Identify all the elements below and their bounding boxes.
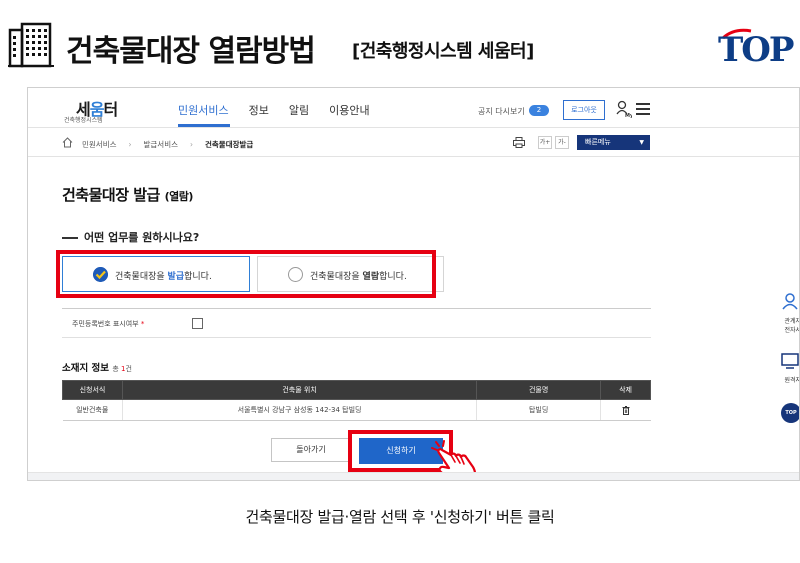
notice-replay-link[interactable]: 공지 다시보기: [478, 106, 525, 117]
table-header-row: 신청서식 건축물 위치 건물명 삭제: [62, 380, 651, 400]
menu-item-notice[interactable]: 알림: [289, 102, 309, 118]
main-menu: 민원서비스 정보 알림 이용안내: [178, 102, 370, 118]
guide-title: 건축물대장 열람방법: [66, 34, 316, 69]
top-logo-text: TOP: [718, 30, 794, 70]
trash-icon[interactable]: [622, 405, 630, 415]
menu-item-info[interactable]: 정보: [249, 102, 269, 118]
home-icon[interactable]: [62, 137, 73, 148]
options-highlight-box: [56, 250, 436, 298]
task-question: 어떤 업무를 원하시나요?: [62, 229, 199, 245]
top-nav: 세움터 건축행정시스템 민원서비스 정보 알림 이용안내 공지 다시보기 2 로…: [28, 88, 799, 128]
active-menu-underline: [178, 124, 230, 127]
location-table: 신청서식 건축물 위치 건물명 삭제 일반건축물 서울특별시 강남구 삼성동 1…: [62, 380, 651, 421]
scroll-top-button[interactable]: TOP: [781, 403, 799, 423]
breadcrumb-items: 민원서비스 › 발급서비스 › 건축물대장발급: [82, 139, 253, 150]
top-logo: TOP: [718, 28, 794, 70]
column-header: 건물명: [476, 380, 602, 400]
rrn-display-label: 주민등록번호 표시여부 *: [72, 320, 145, 328]
column-header: 신청서식: [62, 380, 123, 400]
hamburger-menu-icon[interactable]: [636, 103, 650, 115]
menu-item-civil-service[interactable]: 민원서비스: [178, 102, 229, 118]
page-title: 건축물대장 발급 (열람): [62, 186, 193, 204]
back-button[interactable]: 돌아가기: [271, 438, 351, 462]
person-icon[interactable]: [781, 292, 799, 310]
cell-form: 일반건축물: [62, 399, 123, 421]
column-header: 건축물 위치: [121, 380, 478, 400]
breadcrumb-item[interactable]: 발급서비스: [144, 139, 179, 150]
building-icon: [8, 22, 54, 68]
side-quick-panel: 관계자 전자서 원격지 TOP: [771, 278, 799, 428]
chevron-right-icon: ›: [128, 140, 132, 149]
footer-strip: [28, 472, 799, 480]
breadcrumb: 민원서비스 › 발급서비스 › 건축물대장발급 가+ 가- 빠른메뉴 ▼: [28, 129, 799, 157]
quick-menu-select[interactable]: 빠른메뉴 ▼: [577, 135, 650, 150]
side-item-related-person[interactable]: 관계자: [771, 316, 799, 325]
column-header: 삭제: [600, 380, 651, 400]
logout-button[interactable]: 로그아웃: [563, 100, 605, 120]
breadcrumb-item[interactable]: 민원서비스: [82, 139, 117, 150]
guide-header: 건축물대장 열람방법 [건축행정시스템 세움터] TOP: [0, 0, 800, 88]
svg-text:My: My: [625, 113, 632, 118]
rrn-display-checkbox[interactable]: [192, 318, 203, 329]
guide-subtitle: [건축행정시스템 세움터]: [352, 41, 534, 62]
print-icon[interactable]: [513, 137, 525, 148]
menu-item-guide[interactable]: 이용안내: [329, 102, 369, 118]
screenshot-frame: 세움터 건축행정시스템 민원서비스 정보 알림 이용안내 공지 다시보기 2 로…: [27, 87, 800, 481]
location-info-title: 소재지 정보 총 1건: [62, 363, 132, 374]
chevron-down-icon: ▼: [639, 139, 644, 146]
side-item-remote[interactable]: 원격지: [771, 375, 799, 384]
logo-subtitle: 건축행정시스템: [64, 117, 103, 124]
rrn-display-row: 주민등록번호 표시여부 *: [62, 308, 651, 338]
guide-caption: 건축물대장 발급·열람 선택 후 '신청하기' 버튼 클릭: [245, 508, 555, 526]
seumteo-logo[interactable]: 세움터 건축행정시스템: [60, 94, 140, 124]
cell-address: 서울특별시 강남구 삼성동 142-34 탑빌딩: [121, 399, 477, 421]
cell-building-name: 탑빌딩: [476, 399, 601, 421]
chevron-right-icon: ›: [190, 140, 193, 149]
cell-delete: [600, 399, 651, 421]
my-page-icon[interactable]: My: [616, 100, 632, 118]
font-size-down-button[interactable]: 가-: [555, 136, 569, 149]
side-item-e-sign[interactable]: 전자서: [771, 325, 799, 334]
font-size-up-button[interactable]: 가+: [538, 136, 552, 149]
table-row: 일반건축물 서울특별시 강남구 삼성동 142-34 탑빌딩 탑빌딩: [62, 399, 651, 421]
notice-count-badge: 2: [529, 105, 549, 116]
monitor-icon[interactable]: [781, 352, 799, 370]
breadcrumb-current: 건축물대장발급: [205, 140, 254, 149]
